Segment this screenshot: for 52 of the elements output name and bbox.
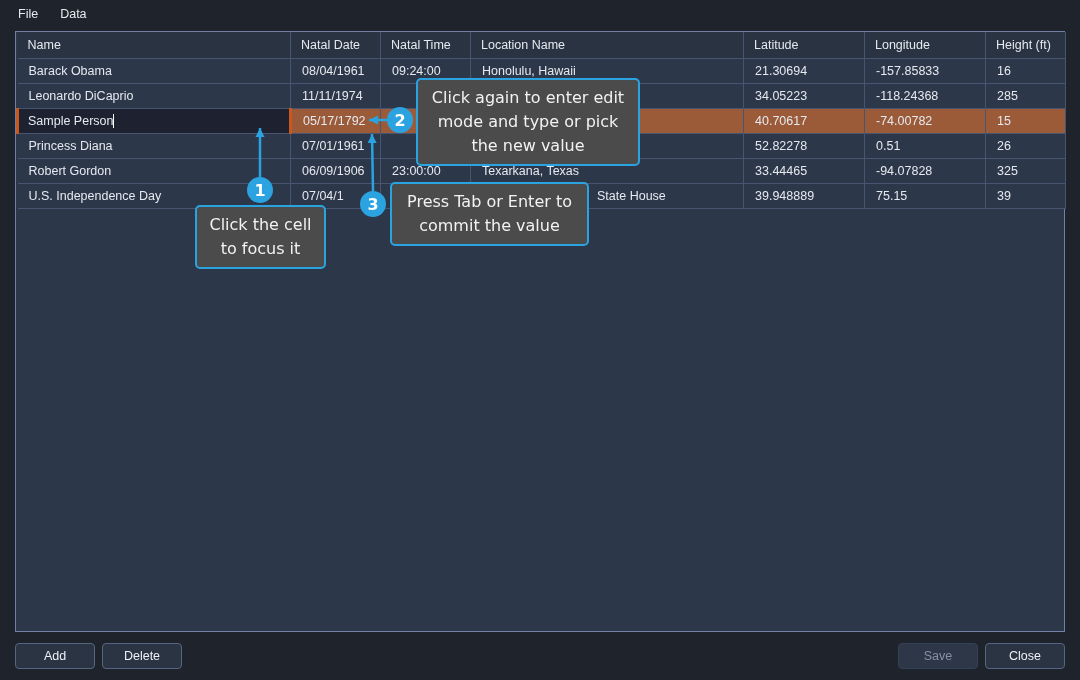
- menu-item[interactable]: File: [18, 7, 39, 21]
- column-header[interactable]: Natal Time: [380, 32, 471, 59]
- menu-item[interactable]: Data: [60, 7, 87, 21]
- table-cell: 26: [997, 139, 1011, 153]
- table-cell: Barack Obama: [28, 64, 112, 78]
- table-cell: Texarkana, Texas: [482, 164, 580, 178]
- column-header[interactable]: Height (ft): [985, 32, 1066, 59]
- table-cell: 39: [997, 189, 1011, 203]
- table-cell: Leonardo DiCaprio: [28, 89, 134, 103]
- table-cell: 21.30694: [755, 64, 808, 78]
- table-cell: 08/04/1961: [302, 64, 365, 78]
- callout-box: Click the cell to focus it: [195, 205, 326, 269]
- table-cell: -74.00782: [876, 114, 933, 128]
- table-cell: 11/11/1974: [302, 89, 363, 103]
- table-cell: 34.05223: [755, 89, 808, 103]
- table-cell: Robert Gordon: [28, 164, 112, 178]
- table-cell: U.S. Independence Day: [28, 189, 162, 203]
- table-cell: 75.15: [876, 189, 908, 203]
- close-button[interactable]: Close: [985, 643, 1065, 669]
- table-cell: -94.07828: [876, 164, 933, 178]
- table-cell: -118.24368: [876, 89, 939, 103]
- table-cell: 07/01/1961: [302, 139, 365, 153]
- column-header[interactable]: Longitude: [864, 32, 986, 59]
- column-header[interactable]: Natal Date: [290, 32, 381, 59]
- table-cell: 285: [997, 89, 1018, 103]
- table-cell: 33.44465: [755, 164, 808, 178]
- table-cell: State House: [597, 189, 666, 203]
- table-cell: -157.85833: [876, 64, 940, 78]
- table-cell: 0.51: [876, 139, 901, 153]
- table-cell: 325: [997, 164, 1018, 178]
- table-cell: 06/09/1906: [302, 164, 365, 178]
- pointer-arrow: [367, 133, 377, 192]
- table-cell: 16: [997, 64, 1011, 78]
- column-header[interactable]: Latitude: [743, 32, 865, 59]
- table-cell: 40.70617: [755, 114, 808, 128]
- column-header[interactable]: Name: [17, 32, 291, 59]
- table-cell: 39.948889: [755, 189, 815, 203]
- table-cell: 15: [997, 114, 1011, 128]
- callout-box: Click again to enter edit mode and type or pick the new value: [416, 78, 640, 166]
- edit-field[interactable]: Sample Person: [28, 113, 115, 128]
- table-cell: 05/17/1792: [303, 114, 366, 128]
- action-button[interactable]: Add: [15, 643, 95, 669]
- table-cell: 09:24:00: [392, 64, 441, 78]
- action-button[interactable]: Delete: [102, 643, 182, 669]
- table-cell: Honolulu, Hawaii: [482, 64, 576, 78]
- pointer-arrow: [255, 128, 265, 177]
- callout-box: Press Tab or Enter to commit the value: [390, 182, 589, 246]
- table-cell: 23:00:00: [392, 164, 441, 178]
- column-header[interactable]: Location Name: [470, 32, 744, 59]
- table-cell: 07/04/1: [302, 189, 344, 203]
- table-cell: Princess Diana: [28, 139, 113, 153]
- table-cell: 52.82278: [755, 139, 808, 153]
